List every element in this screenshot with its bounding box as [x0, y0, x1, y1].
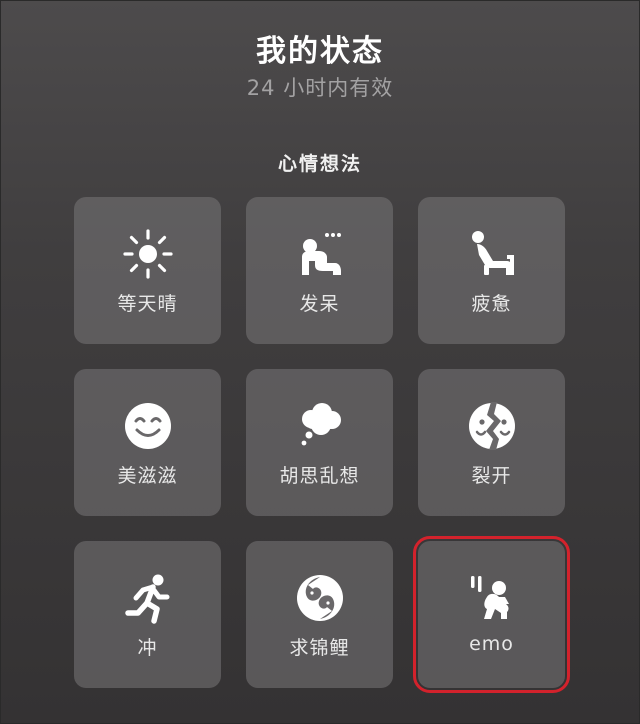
status-label: 疲惫	[471, 293, 512, 315]
emo-sitting-icon	[465, 571, 519, 625]
status-label: 发呆	[299, 293, 340, 315]
status-label: 裂开	[471, 465, 512, 487]
smile-icon	[121, 399, 175, 453]
status-tile-koi[interactable]: 求锦鲤	[246, 541, 393, 688]
running-icon	[121, 571, 175, 625]
tired-icon	[465, 227, 519, 281]
status-label: 冲	[137, 637, 158, 659]
status-tile-cracked[interactable]: 裂开	[418, 369, 565, 516]
status-tile-emo[interactable]: emo	[413, 536, 570, 693]
status-label: 等天晴	[117, 293, 178, 315]
status-tile-overthinking[interactable]: 胡思乱想	[246, 369, 393, 516]
page-title: 我的状态	[256, 34, 384, 69]
thought-cloud-icon	[293, 399, 347, 453]
sun-icon	[121, 227, 175, 281]
status-tile-tired[interactable]: 疲惫	[418, 197, 565, 344]
status-tile-rush[interactable]: 冲	[74, 541, 221, 688]
status-tile-happy[interactable]: 美滋滋	[74, 369, 221, 516]
status-label: 胡思乱想	[279, 465, 360, 487]
status-label: 美滋滋	[117, 465, 178, 487]
koi-icon	[293, 571, 347, 625]
daydream-icon	[293, 227, 347, 281]
status-label: 求锦鲤	[289, 637, 350, 659]
status-tile-sunny[interactable]: 等天晴	[74, 197, 221, 344]
cracked-face-icon	[465, 399, 519, 453]
page-subtitle: 24 小时内有效	[246, 76, 394, 100]
section-label: 心情想法	[277, 153, 362, 175]
status-tile-daydream[interactable]: 发呆	[246, 197, 393, 344]
status-label: emo	[469, 633, 514, 655]
status-grid: 等天晴 发呆 疲惫 美滋滋 胡思乱想 裂开 冲 求锦鲤 emo	[74, 197, 570, 693]
